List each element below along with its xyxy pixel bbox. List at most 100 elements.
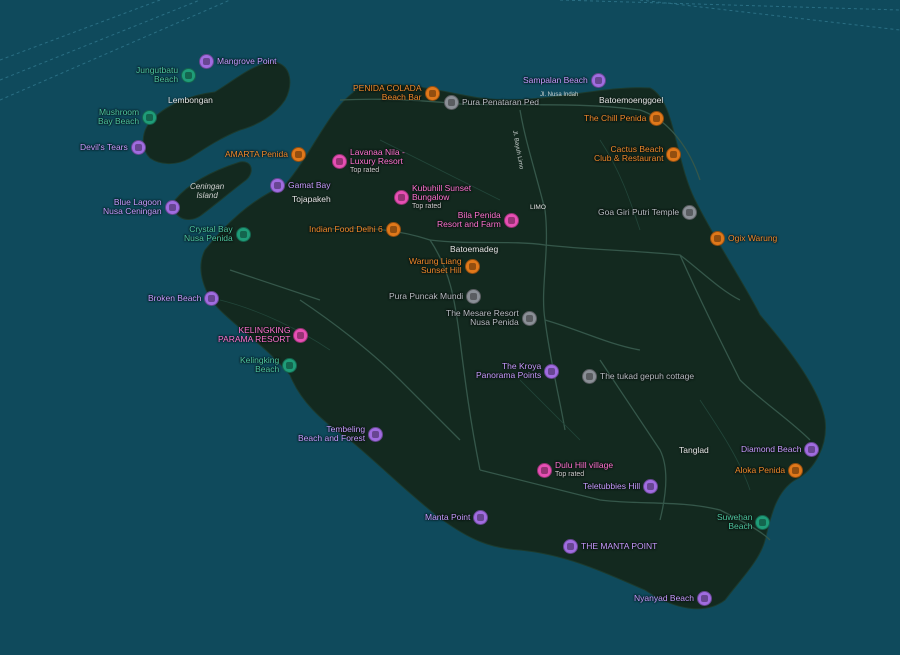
photo-icon[interactable] xyxy=(544,363,560,379)
poi-label-line: Nusa Penida xyxy=(470,317,519,327)
photo-icon[interactable] xyxy=(270,178,285,193)
photo-icon[interactable] xyxy=(473,510,489,525)
photo-icon[interactable] xyxy=(804,442,820,457)
beach-icon[interactable] xyxy=(282,357,298,373)
restaurant-icon[interactable] xyxy=(788,463,804,478)
poi-crystal[interactable]: Crystal Bay Nusa Penida xyxy=(184,225,251,243)
poi-warungliang[interactable]: Warung Liang Sunset Hill xyxy=(409,257,480,275)
poi-teletubbies[interactable]: Teletubbies Hill xyxy=(583,479,659,494)
poi-mesare[interactable]: The Mesare Resort Nusa Penida xyxy=(446,309,537,327)
restaurant-icon[interactable] xyxy=(424,85,440,101)
poi-indianfood[interactable]: Indian Food Delhi 6 xyxy=(309,222,401,237)
photo-icon[interactable] xyxy=(643,479,659,494)
poi-suwehan[interactable]: Suwehan Beach xyxy=(717,513,771,531)
photo-icon[interactable] xyxy=(164,199,180,215)
restaurant-icon[interactable] xyxy=(291,147,306,162)
poi-penataran[interactable]: Pura Penataran Ped xyxy=(444,95,539,110)
poi-label-line: Nyanyad Beach xyxy=(634,593,695,603)
poi-broken[interactable]: Broken Beach xyxy=(148,291,220,306)
poi-label: Devil's Tears xyxy=(80,143,128,152)
temple-icon[interactable] xyxy=(444,95,459,110)
poi-label-line: Panorama Points xyxy=(476,370,542,380)
poi-label: Kubuhill Sunset Bungalow Top rated xyxy=(412,184,471,211)
dot-icon[interactable] xyxy=(521,310,537,326)
poi-label: The Kroya Panorama Points xyxy=(476,362,541,380)
hotel-icon[interactable] xyxy=(394,190,409,205)
poi-chillpenida[interactable]: The Chill Penida xyxy=(584,111,665,126)
poi-tembeling[interactable]: Tembeling Beach and Forest xyxy=(298,425,384,443)
photo-icon[interactable] xyxy=(697,591,713,606)
poi-label: Suwehan Beach xyxy=(717,513,752,531)
poi-label: KELINGKING PARAMA RESORT xyxy=(218,326,290,344)
beach-icon[interactable] xyxy=(235,226,251,242)
hotel-icon[interactable] xyxy=(293,327,309,343)
poi-kelingkingresort[interactable]: KELINGKING PARAMA RESORT xyxy=(218,326,309,344)
poi-label: Broken Beach xyxy=(148,294,201,303)
photo-icon[interactable] xyxy=(590,73,606,88)
temple-icon[interactable] xyxy=(466,289,482,304)
poi-label-line: Dulu Hill village xyxy=(555,460,614,470)
dot-icon[interactable] xyxy=(582,369,597,384)
poi-label: Aloka Penida xyxy=(735,466,785,475)
poi-diamond[interactable]: Diamond Beach xyxy=(741,442,820,457)
poi-mangrove[interactable]: Mangrove Point xyxy=(199,54,277,69)
poi-label: AMARTA Penida xyxy=(225,150,288,159)
poi-amarta[interactable]: AMARTA Penida xyxy=(225,147,306,162)
poi-jungutbatu[interactable]: Jungutbatu Beach xyxy=(136,66,197,84)
poi-sublabel: Top rated xyxy=(555,471,585,478)
poi-manta[interactable]: Manta Point xyxy=(425,510,489,525)
poi-bilapenida[interactable]: Bila Penida Resort and Farm xyxy=(437,211,519,229)
poi-gamat[interactable]: Gamat Bay xyxy=(270,178,331,193)
poi-label-line: Beach xyxy=(728,521,753,531)
hotel-icon[interactable] xyxy=(332,154,347,169)
poi-label-line: Ogix Warung xyxy=(728,233,778,243)
photo-icon[interactable] xyxy=(204,291,220,306)
hotel-icon[interactable] xyxy=(503,212,519,228)
poi-goagiri[interactable]: Goa Giri Putri Temple xyxy=(598,205,698,220)
restaurant-icon[interactable] xyxy=(385,222,401,237)
restaurant-icon[interactable] xyxy=(649,111,665,126)
poi-themanta[interactable]: THE MANTA POINT xyxy=(563,539,657,554)
poi-label: Pura Penataran Ped xyxy=(462,98,539,107)
poi-penidacolada[interactable]: PENIDA COLADA Beach Bar xyxy=(353,84,440,102)
poi-bluelagoon[interactable]: Blue Lagoon Nusa Ceningan xyxy=(103,198,180,216)
photo-icon[interactable] xyxy=(563,539,578,554)
poi-cactus[interactable]: Cactus Beach Club & Restaurant xyxy=(594,145,682,163)
beach-icon[interactable] xyxy=(181,67,197,83)
poi-ogix[interactable]: Ogix Warung xyxy=(710,231,777,246)
photo-icon[interactable] xyxy=(130,140,146,155)
map-canvas[interactable]: Jl. Nusa Indah Jl. Bayuh Limo Lembongan … xyxy=(0,0,900,655)
poi-tukad[interactable]: The tukad gepuh cottage xyxy=(582,369,694,384)
restaurant-icon[interactable] xyxy=(464,258,480,274)
beach-icon[interactable] xyxy=(142,109,158,125)
poi-label-line: Gamat Bay xyxy=(288,180,331,190)
poi-kelingkingbeach[interactable]: Kelingking Beach xyxy=(240,356,298,374)
poi-label: Cactus Beach Club & Restaurant xyxy=(594,145,663,163)
poi-dulu[interactable]: Dulu Hill village Top rated xyxy=(537,461,613,479)
poi-nyanyad[interactable]: Nyanyad Beach xyxy=(634,591,713,606)
beach-icon[interactable] xyxy=(755,514,771,530)
photo-icon[interactable] xyxy=(368,426,384,442)
poi-label-line: Indian Food Delhi 6 xyxy=(309,224,383,234)
poi-label-line: Luxury Resort xyxy=(350,156,403,166)
poi-label-line: The Chill Penida xyxy=(584,113,647,123)
poi-devils[interactable]: Devil's Tears xyxy=(80,140,146,155)
poi-label-line: Mangrove Point xyxy=(217,56,277,66)
poi-kroya[interactable]: The Kroya Panorama Points xyxy=(476,362,560,380)
temple-icon[interactable] xyxy=(682,205,698,220)
poi-sampalan[interactable]: Sampalan Beach xyxy=(523,73,606,88)
poi-label-line: AMARTA Penida xyxy=(225,149,288,159)
restaurant-icon[interactable] xyxy=(666,146,682,162)
restaurant-icon[interactable] xyxy=(710,231,725,246)
poi-label-line: PARAMA RESORT xyxy=(218,334,291,344)
poi-label-line: Beach Bar xyxy=(381,92,422,102)
poi-puncak[interactable]: Pura Puncak Mundi xyxy=(389,289,482,304)
poi-lavanaa[interactable]: Lavanaa Nila - Luxury Resort Top rated xyxy=(332,148,405,175)
hotel-icon[interactable] xyxy=(537,462,552,478)
poi-kubuhill[interactable]: Kubuhill Sunset Bungalow Top rated xyxy=(394,184,471,211)
poi-mushroom[interactable]: Mushroom Bay Beach xyxy=(98,108,158,126)
place-batoemadeg: Batoemadeg xyxy=(450,244,499,254)
poi-aloka[interactable]: Aloka Penida xyxy=(735,463,804,478)
poi-label-line: Bungalow xyxy=(412,192,450,202)
photo-icon[interactable] xyxy=(199,54,214,69)
